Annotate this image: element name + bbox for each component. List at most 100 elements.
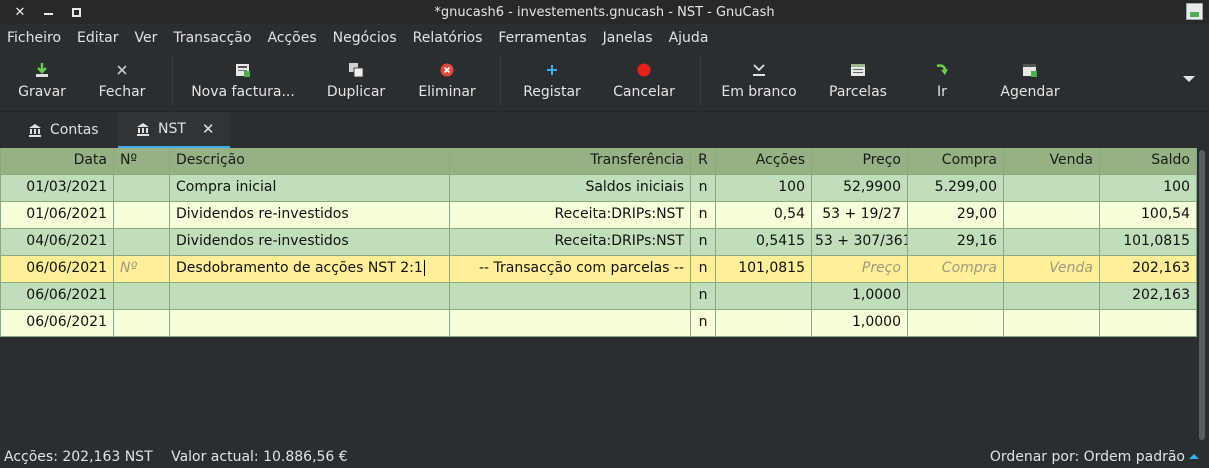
tab-nst[interactable]: NST ✕ [118,112,230,148]
cell-r[interactable]: n [691,175,716,202]
table-row-active[interactable]: 06/06/2021 Nº Desdobramento de acções NS… [0,256,1197,283]
cell-accoes[interactable] [716,310,812,337]
close-tab-icon[interactable]: ✕ [202,120,215,138]
cell-preco[interactable]: Preço [812,256,908,283]
cell-venda[interactable] [1004,283,1100,310]
cell-preco[interactable]: 53 + 307/361 [812,229,908,256]
tab-contas[interactable]: Contas [0,112,116,148]
status-sort-order[interactable]: Ordenar por: Ordem padrão [990,449,1185,465]
cell-descricao-editing[interactable]: Desdobramento de acções NST 2:1 [170,256,450,283]
cell-r[interactable]: n [691,256,716,283]
duplicar-button[interactable]: Duplicar [324,52,388,108]
cell-r[interactable]: n [691,202,716,229]
col-header-preco[interactable]: Preço [812,148,908,175]
menu-accoes[interactable]: Acções [259,25,324,51]
cell-descricao[interactable]: Dividendos re-investidos [170,202,450,229]
menu-ver[interactable]: Ver [126,25,165,51]
col-header-venda[interactable]: Venda [1004,148,1100,175]
cell-r[interactable]: n [691,229,716,256]
table-row[interactable]: 04/06/2021 Dividendos re-investidos Rece… [0,229,1197,256]
cell-accoes[interactable]: 101,0815 [716,256,812,283]
nova-factura-button[interactable]: Nova factura... [190,52,296,108]
cell-num[interactable] [114,229,170,256]
cell-r[interactable]: n [691,310,716,337]
cell-compra[interactable] [908,283,1004,310]
cell-accoes[interactable]: 100 [716,175,812,202]
cell-data[interactable]: 01/06/2021 [0,202,114,229]
cell-transferencia[interactable] [450,310,691,337]
ir-button[interactable]: Ir [918,52,966,108]
menu-negocios[interactable]: Negócios [325,25,405,51]
eliminar-button[interactable]: Eliminar [414,52,480,108]
cell-num[interactable] [114,283,170,310]
cell-descricao[interactable] [170,283,450,310]
close-window-icon[interactable]: ✕ [6,4,34,20]
em-branco-button[interactable]: Em branco [718,52,800,108]
menu-janelas[interactable]: Janelas [595,25,661,51]
col-header-data[interactable]: Data [0,148,114,175]
table-row[interactable]: 01/06/2021 Dividendos re-investidos Rece… [0,202,1197,229]
cell-venda[interactable] [1004,175,1100,202]
col-header-num[interactable]: Nº [114,148,170,175]
table-row[interactable]: 06/06/2021 n 1,0000 [0,310,1197,337]
sort-ascending-icon[interactable] [1189,454,1199,459]
col-header-transferencia[interactable]: Transferência [450,148,691,175]
cell-descricao[interactable]: Compra inicial [170,175,450,202]
col-header-saldo[interactable]: Saldo [1100,148,1197,175]
agendar-button[interactable]: Agendar [996,52,1064,108]
cell-descricao[interactable] [170,310,450,337]
col-header-r[interactable]: R [691,148,716,175]
cell-transferencia[interactable] [450,283,691,310]
cell-num[interactable] [114,310,170,337]
cell-venda[interactable] [1004,310,1100,337]
col-header-compra[interactable]: Compra [908,148,1004,175]
cell-descricao[interactable]: Dividendos re-investidos [170,229,450,256]
cell-venda[interactable] [1004,229,1100,256]
cell-accoes[interactable]: 0,5415 [716,229,812,256]
cell-data[interactable]: 06/06/2021 [0,310,114,337]
gravar-button[interactable]: Gravar [14,52,70,108]
cell-compra[interactable] [908,310,1004,337]
toolbar-overflow-icon[interactable] [1183,76,1195,82]
cell-accoes[interactable]: 0,54 [716,202,812,229]
cell-compra[interactable]: Compra [908,256,1004,283]
menu-ficheiro[interactable]: Ficheiro [0,25,69,51]
menu-transaccao[interactable]: Transacção [165,25,259,51]
description-input[interactable]: Desdobramento de acções NST 2:1 [176,260,423,276]
registar-button[interactable]: Registar [520,52,584,108]
cell-transferencia[interactable]: Receita:DRIPs:NST [450,229,691,256]
menu-relatorios[interactable]: Relatórios [405,25,491,51]
cell-accoes[interactable] [716,283,812,310]
cell-venda[interactable]: Venda [1004,256,1100,283]
cell-preco[interactable]: 52,9900 [812,175,908,202]
cell-venda[interactable] [1004,202,1100,229]
vertical-scrollbar[interactable] [1199,150,1205,440]
cell-transferencia[interactable]: Receita:DRIPs:NST [450,202,691,229]
cell-num[interactable] [114,202,170,229]
cell-num[interactable] [114,175,170,202]
cell-num[interactable]: Nº [114,256,170,283]
cell-compra[interactable]: 5.299,00 [908,175,1004,202]
menu-editar[interactable]: Editar [69,25,126,51]
table-row[interactable]: 06/06/2021 n 1,0000 202,163 [0,283,1197,310]
minimize-window-icon[interactable] [34,4,62,20]
cancelar-button[interactable]: Cancelar [610,52,678,108]
cell-transferencia[interactable]: Saldos iniciais [450,175,691,202]
cell-preco[interactable]: 1,0000 [812,310,908,337]
cell-preco[interactable]: 53 + 19/27 [812,202,908,229]
cell-preco[interactable]: 1,0000 [812,283,908,310]
cell-data[interactable]: 06/06/2021 [0,283,114,310]
cell-compra[interactable]: 29,00 [908,202,1004,229]
menu-ajuda[interactable]: Ajuda [661,25,717,51]
cell-data[interactable]: 01/03/2021 [0,175,114,202]
col-header-descricao[interactable]: Descrição [170,148,450,175]
cell-r[interactable]: n [691,283,716,310]
maximize-window-icon[interactable] [62,4,90,20]
col-header-accoes[interactable]: Acções [716,148,812,175]
cell-transferencia[interactable]: -- Transacção com parcelas -- [450,256,691,283]
table-row[interactable]: 01/03/2021 Compra inicial Saldos iniciai… [0,175,1197,202]
parcelas-button[interactable]: Parcelas [826,52,890,108]
menu-ferramentas[interactable]: Ferramentas [490,25,594,51]
cell-data[interactable]: 04/06/2021 [0,229,114,256]
cell-data[interactable]: 06/06/2021 [0,256,114,283]
